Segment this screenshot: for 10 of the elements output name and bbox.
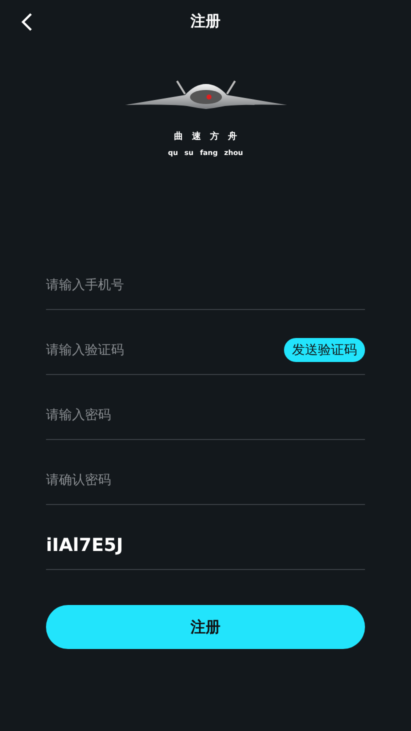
page-title: 注册: [190, 12, 220, 30]
captcha-code[interactable]: iIAl7E5J: [46, 534, 124, 556]
logo-name: 曲 速 方 舟: [174, 130, 238, 143]
back-icon[interactable]: [20, 12, 34, 32]
input-field[interactable]: 请输入手机号: [46, 278, 266, 292]
input-field[interactable]: 请确认密码: [46, 472, 266, 488]
send-code-button[interactable]: 发送验证码: [284, 338, 365, 362]
input-field[interactable]: 请输入密码: [46, 408, 266, 422]
register-button[interactable]: 注册: [46, 605, 365, 649]
input-field[interactable]: 请输入验证码: [46, 342, 266, 358]
